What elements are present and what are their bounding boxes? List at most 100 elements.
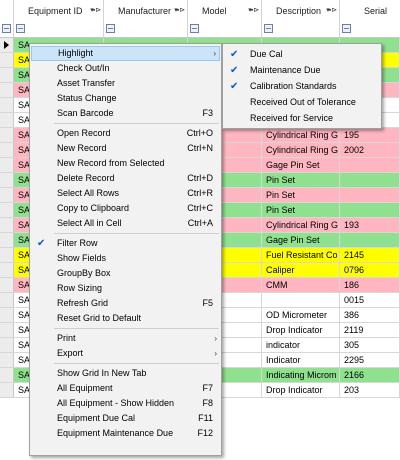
row-selector[interactable]	[0, 218, 14, 232]
menu-item-scan-barcode[interactable]: Scan Barcode F3	[31, 106, 220, 121]
submenu-item-received-out-of-tolerance[interactable]: Received Out of Tolerance	[224, 95, 380, 110]
row-selector[interactable]	[0, 248, 14, 262]
row-selector[interactable]	[0, 128, 14, 142]
menu-item-copy-to-clipboard[interactable]: Copy to Clipboard Ctrl+C	[31, 201, 220, 216]
menu-item-refresh-grid[interactable]: Refresh Grid F5	[31, 296, 220, 311]
cell-description[interactable]: Indicating Microm	[262, 368, 340, 382]
menu-item-equipment-maintenance-due[interactable]: Equipment Maintenance Due F12	[31, 426, 220, 441]
cell-description[interactable]: Cylindrical Ring G	[262, 218, 340, 232]
filter-clear-icon[interactable]	[2, 24, 11, 33]
row-selector[interactable]	[0, 278, 14, 292]
row-selector[interactable]	[0, 323, 14, 337]
cell-serial[interactable]	[340, 233, 400, 247]
cell-serial[interactable]: 186	[340, 278, 400, 292]
filter-operator-icon[interactable]	[106, 24, 115, 33]
column-header-filter-icons[interactable]: ▾▪ ⊳	[174, 0, 185, 22]
cell-description[interactable]: Drop Indicator	[262, 323, 340, 337]
row-selector[interactable]	[0, 203, 14, 217]
menu-item-new-record[interactable]: New Record Ctrl+N	[31, 141, 220, 156]
filter-operator-icon[interactable]	[264, 24, 273, 33]
filter-operator-icon[interactable]	[16, 24, 25, 33]
menu-item-row-sizing[interactable]: Row Sizing	[31, 281, 220, 296]
menu-item-delete-record[interactable]: Delete Record Ctrl+D	[31, 171, 220, 186]
submenu-item-calibration-standards[interactable]: ✔ Calibration Standards	[224, 79, 380, 94]
row-selector[interactable]	[0, 98, 14, 112]
row-selector[interactable]	[0, 293, 14, 307]
row-selector[interactable]	[0, 113, 14, 127]
menu-item-all-equipment-show-hidden[interactable]: All Equipment - Show Hidden F8	[31, 396, 220, 411]
row-selector[interactable]	[0, 368, 14, 382]
column-header-filter-icons[interactable]: ▾▪ ⊳	[248, 0, 259, 22]
cell-serial[interactable]: 2145	[340, 248, 400, 262]
row-selector[interactable]	[0, 383, 14, 397]
filter-operator-icon[interactable]	[342, 24, 351, 33]
cell-serial[interactable]: 2119	[340, 323, 400, 337]
cell-serial[interactable]	[340, 188, 400, 202]
cell-serial[interactable]	[340, 158, 400, 172]
menu-item-print[interactable]: Print ›	[31, 331, 220, 346]
filter-cell-model[interactable]	[188, 22, 262, 37]
menu-item-highlight[interactable]: Highlight ›	[31, 46, 220, 61]
menu-item-status-change[interactable]: Status Change	[31, 91, 220, 106]
menu-item-open-record[interactable]: Open Record Ctrl+O	[31, 126, 220, 141]
cell-serial[interactable]: 0796	[340, 263, 400, 277]
cell-description[interactable]: Drop Indicator	[262, 383, 340, 397]
menu-item-groupby-box[interactable]: GroupBy Box	[31, 266, 220, 281]
menu-item-show-fields[interactable]: Show Fields	[31, 251, 220, 266]
cell-description[interactable]: Gage Pin Set	[262, 158, 340, 172]
cell-serial[interactable]: 2002	[340, 143, 400, 157]
column-header-description[interactable]: Description ▾▪ ⊳	[262, 0, 340, 22]
menu-item-select-all-rows[interactable]: Select All Rows Ctrl+R	[31, 186, 220, 201]
menu-item-select-all-in-cell[interactable]: Select All in Cell Ctrl+A	[31, 216, 220, 231]
cell-description[interactable]: Fuel Resistant Co	[262, 248, 340, 262]
menu-item-asset-transfer[interactable]: Asset Transfer	[31, 76, 220, 91]
cell-serial[interactable]: 2166	[340, 368, 400, 382]
cell-description[interactable]: Indicator	[262, 353, 340, 367]
cell-serial[interactable]: 203	[340, 383, 400, 397]
row-selector[interactable]	[0, 188, 14, 202]
menu-item-all-equipment[interactable]: All Equipment F7	[31, 381, 220, 396]
cell-serial[interactable]: 2295	[340, 353, 400, 367]
cell-description[interactable]: Cylindrical Ring G	[262, 143, 340, 157]
column-header-manufacturer[interactable]: Manufacturer ▾▪ ⊳	[104, 0, 188, 22]
cell-description[interactable]: Pin Set	[262, 173, 340, 187]
row-selector[interactable]	[0, 143, 14, 157]
cell-description[interactable]	[262, 293, 340, 307]
cell-description[interactable]: Pin Set	[262, 203, 340, 217]
row-selector[interactable]	[0, 173, 14, 187]
cell-serial[interactable]: 305	[340, 338, 400, 352]
row-selector[interactable]	[0, 353, 14, 367]
cell-serial[interactable]: 193	[340, 218, 400, 232]
menu-item-equipment-due-cal[interactable]: Equipment Due Cal F11	[31, 411, 220, 426]
row-selector[interactable]	[0, 53, 14, 67]
cell-description[interactable]: Cylindrical Ring G	[262, 128, 340, 142]
menu-item-new-record-from-selected[interactable]: New Record from Selected	[31, 156, 220, 171]
cell-serial[interactable]	[340, 173, 400, 187]
row-selector[interactable]	[0, 263, 14, 277]
cell-serial[interactable]: 0015	[340, 293, 400, 307]
row-selector[interactable]	[0, 233, 14, 247]
column-header-filter-icons[interactable]: ▾▪ ⊳	[326, 0, 337, 22]
menu-item-filter-row[interactable]: ✔ Filter Row	[31, 236, 220, 251]
filter-cell-description[interactable]	[262, 22, 340, 37]
row-selector[interactable]	[0, 338, 14, 352]
submenu-item-maintenance-due[interactable]: ✔ Maintenance Due	[224, 63, 380, 78]
submenu-item-due-cal[interactable]: ✔ Due Cal	[224, 47, 380, 62]
column-header-filter-icons[interactable]: ▾▪ ⊳	[90, 0, 101, 22]
cell-serial[interactable]: 386	[340, 308, 400, 322]
submenu-item-received-for-service[interactable]: Received for Service	[224, 111, 380, 126]
filter-cell-manufacturer[interactable]	[104, 22, 188, 37]
row-selector[interactable]	[0, 158, 14, 172]
cell-serial[interactable]	[340, 203, 400, 217]
menu-item-export[interactable]: Export ›	[31, 346, 220, 361]
cell-serial[interactable]: 195	[340, 128, 400, 142]
cell-description[interactable]: Gage Pin Set	[262, 233, 340, 247]
cell-description[interactable]: indicator	[262, 338, 340, 352]
filter-operator-icon[interactable]	[190, 24, 199, 33]
filter-cell-equipment-id[interactable]	[14, 22, 104, 37]
column-header-equipment-id[interactable]: Equipment ID ▾▪ ⊳	[14, 0, 104, 22]
filter-cell-serial[interactable]	[340, 22, 400, 37]
cell-description[interactable]: CMM	[262, 278, 340, 292]
menu-item-show-grid-in-new-tab[interactable]: Show Grid In New Tab	[31, 366, 220, 381]
row-selector[interactable]	[0, 308, 14, 322]
